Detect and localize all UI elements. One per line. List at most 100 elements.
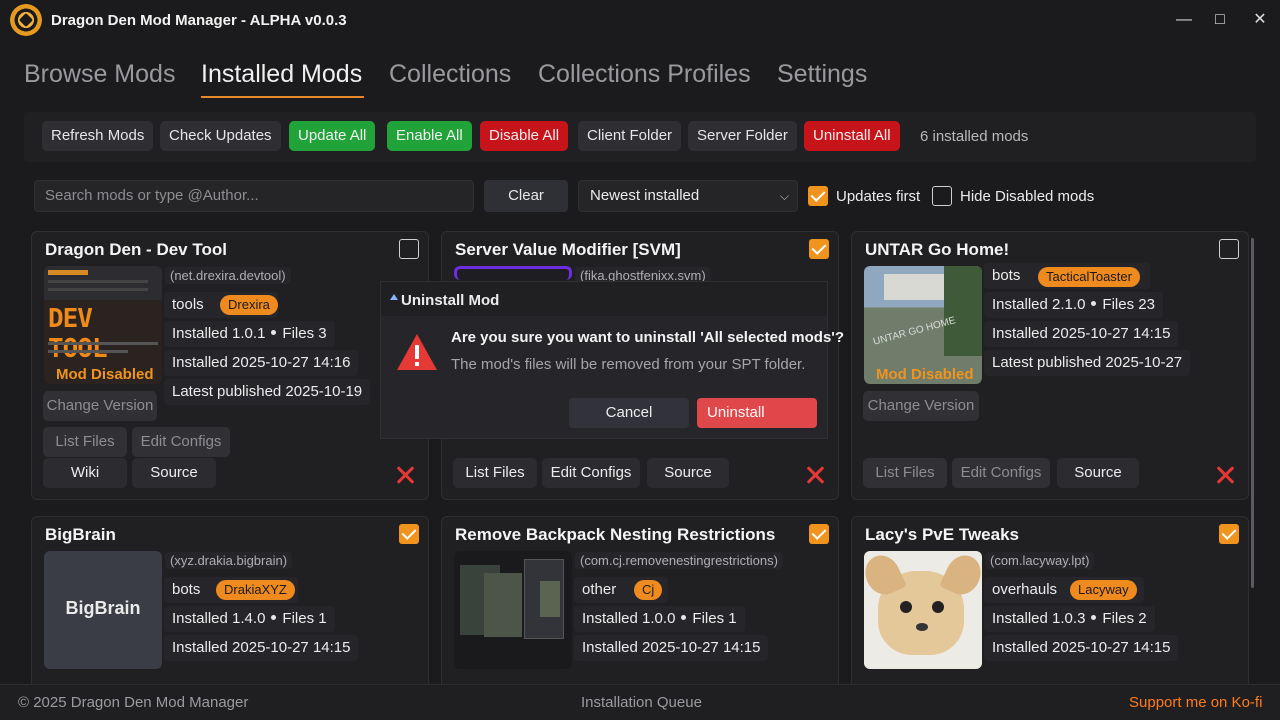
mod-title: Lacy's PvE Tweaks bbox=[865, 525, 1019, 544]
warning-icon bbox=[397, 334, 437, 370]
version-row: Installed 1.0.3 Files 2 bbox=[984, 606, 1155, 632]
source-button[interactable]: Source bbox=[1057, 458, 1139, 488]
version-row: Installed 1.0.1 Files 3 bbox=[164, 321, 335, 347]
mod-id: (com.lacyway.lpt) bbox=[985, 552, 1095, 569]
dialog-title: Uninstall Mod bbox=[401, 292, 500, 309]
dialog-subtext: The mod's files will be removed from you… bbox=[451, 356, 806, 373]
app-title: Dragon Den Mod Manager - ALPHA v0.0.3 bbox=[51, 12, 347, 29]
mod-disabled-label: Mod Disabled bbox=[56, 366, 154, 383]
chevron-down-icon: ⌵ bbox=[779, 189, 789, 203]
thumb-text: BigBrain bbox=[65, 598, 141, 618]
mod-thumbnail bbox=[454, 266, 572, 280]
scrollbar-thumb[interactable] bbox=[1251, 238, 1254, 588]
category-label: overhauls bbox=[992, 581, 1058, 598]
sort-select[interactable]: Newest installed ⌵ bbox=[578, 180, 798, 212]
client-folder-button[interactable]: Client Folder bbox=[578, 121, 682, 151]
edit-configs-button[interactable]: Edit Configs bbox=[952, 458, 1050, 488]
tab-settings[interactable]: Settings bbox=[777, 60, 867, 89]
uninstall-x-icon[interactable] bbox=[1215, 465, 1235, 485]
list-files-button[interactable]: List Files bbox=[43, 427, 127, 457]
mod-title: Server Value Modifier [SVM] bbox=[455, 240, 681, 259]
close-icon[interactable]: ✕ bbox=[1250, 10, 1270, 30]
installed-date-row: Installed 2025-10-27 14:15 bbox=[164, 635, 359, 661]
installed-date-row: Installed 2025-10-27 14:16 bbox=[164, 350, 359, 376]
server-folder-button[interactable]: Server Folder bbox=[688, 121, 797, 151]
version-row: Installed 1.4.0 Files 1 bbox=[164, 606, 335, 632]
active-tab-indicator bbox=[201, 96, 364, 98]
copyright-text: © 2025 Dragon Den Mod Manager bbox=[18, 694, 249, 711]
category-label: tools bbox=[172, 296, 204, 313]
change-version-button[interactable]: Change Version bbox=[863, 391, 979, 421]
category-label: other bbox=[582, 581, 617, 598]
mod-title: Remove Backpack Nesting Restrictions bbox=[455, 525, 776, 544]
mod-select-checkbox[interactable] bbox=[1219, 524, 1239, 544]
author-tag[interactable]: Drexira bbox=[220, 295, 278, 315]
source-button[interactable]: Source bbox=[647, 458, 729, 488]
installed-count: 6 installed mods bbox=[920, 128, 1029, 145]
author-tag[interactable]: Lacyway bbox=[1070, 580, 1137, 600]
edit-configs-button[interactable]: Edit Configs bbox=[542, 458, 640, 488]
mod-select-checkbox[interactable] bbox=[809, 524, 829, 544]
tab-collections[interactable]: Collections bbox=[389, 60, 511, 89]
mod-thumbnail bbox=[454, 551, 572, 669]
mod-select-checkbox[interactable] bbox=[1219, 239, 1239, 259]
category-label: bots bbox=[172, 581, 201, 598]
footer: © 2025 Dragon Den Mod Manager Installati… bbox=[0, 684, 1280, 720]
version-row: Installed 2.1.0 Files 23 bbox=[984, 292, 1163, 318]
cancel-button[interactable]: Cancel bbox=[569, 398, 689, 428]
uninstall-all-button[interactable]: Uninstall All bbox=[804, 121, 900, 151]
dialog-question: Are you sure you want to uninstall 'All … bbox=[451, 329, 845, 346]
tab-collections-profiles[interactable]: Collections Profiles bbox=[538, 60, 751, 89]
refresh-mods-button[interactable]: Refresh Mods bbox=[42, 121, 154, 151]
source-button[interactable]: Source bbox=[132, 458, 216, 488]
author-tag[interactable]: TacticalToaster bbox=[1038, 267, 1140, 287]
tab-installed-mods[interactable]: Installed Mods bbox=[201, 60, 362, 89]
uninstall-dialog: Uninstall Mod Are you sure you want to u… bbox=[380, 281, 844, 439]
dragon-logo-icon bbox=[10, 4, 42, 36]
mod-title: BigBrain bbox=[45, 525, 116, 544]
version-row: Installed 1.0.0 Files 1 bbox=[574, 606, 745, 632]
author-tag[interactable]: Cj bbox=[634, 580, 663, 600]
uninstall-x-icon[interactable] bbox=[805, 465, 825, 485]
installation-queue-link[interactable]: Installation Queue bbox=[581, 694, 702, 711]
dialog-titlebar: Uninstall Mod bbox=[381, 282, 827, 316]
updates-first-checkbox[interactable] bbox=[808, 186, 828, 206]
search-input[interactable]: Search mods or type @Author... bbox=[34, 180, 474, 212]
list-files-button[interactable]: List Files bbox=[453, 458, 537, 488]
update-all-button[interactable]: Update All bbox=[289, 121, 376, 151]
category-label: bots bbox=[992, 267, 1021, 284]
latest-published-row: Latest published 2025-10-27 bbox=[984, 350, 1191, 376]
hide-disabled-checkbox[interactable] bbox=[932, 186, 952, 206]
wiki-button[interactable]: Wiki bbox=[43, 458, 127, 488]
installed-date-row: Installed 2025-10-27 14:15 bbox=[574, 635, 769, 661]
edit-configs-button[interactable]: Edit Configs bbox=[132, 427, 230, 457]
mod-title: UNTAR Go Home! bbox=[865, 240, 1010, 259]
clear-button[interactable]: Clear bbox=[484, 180, 568, 212]
latest-published-row: Latest published 2025-10-19 bbox=[164, 379, 371, 405]
mod-select-checkbox[interactable] bbox=[399, 524, 419, 544]
disable-all-button[interactable]: Disable All bbox=[480, 121, 569, 151]
uninstall-x-icon[interactable] bbox=[395, 465, 415, 485]
mod-select-checkbox[interactable] bbox=[399, 239, 419, 259]
check-updates-button[interactable]: Check Updates bbox=[160, 121, 281, 151]
hide-disabled-label: Hide Disabled mods bbox=[960, 188, 1095, 205]
list-files-button[interactable]: List Files bbox=[863, 458, 947, 488]
author-tag[interactable]: DrakiaXYZ bbox=[216, 580, 295, 600]
mod-id: (xyz.drakia.bigbrain) bbox=[165, 552, 293, 569]
enable-all-button[interactable]: Enable All bbox=[387, 121, 472, 151]
mod-id: (net.drexira.devtool) bbox=[165, 267, 291, 284]
updates-first-label: Updates first bbox=[836, 188, 921, 205]
mod-id: (com.cj.removenestingrestrictions) bbox=[575, 552, 783, 569]
dialog-app-icon bbox=[390, 294, 398, 300]
minimize-icon[interactable]: — bbox=[1174, 10, 1194, 30]
change-version-button[interactable]: Change Version bbox=[43, 391, 157, 421]
confirm-uninstall-button[interactable]: Uninstall bbox=[697, 398, 817, 428]
mod-thumbnail bbox=[864, 551, 982, 669]
kofi-support-link[interactable]: Support me on Ko-fi bbox=[1129, 694, 1262, 711]
mod-select-checkbox[interactable] bbox=[809, 239, 829, 259]
installed-date-row: Installed 2025-10-27 14:15 bbox=[984, 321, 1179, 347]
maximize-icon[interactable]: □ bbox=[1210, 10, 1230, 30]
mod-disabled-label: Mod Disabled bbox=[876, 366, 974, 383]
tab-browse-mods[interactable]: Browse Mods bbox=[24, 60, 175, 89]
thumb-text: DEV TOOL bbox=[48, 304, 108, 364]
